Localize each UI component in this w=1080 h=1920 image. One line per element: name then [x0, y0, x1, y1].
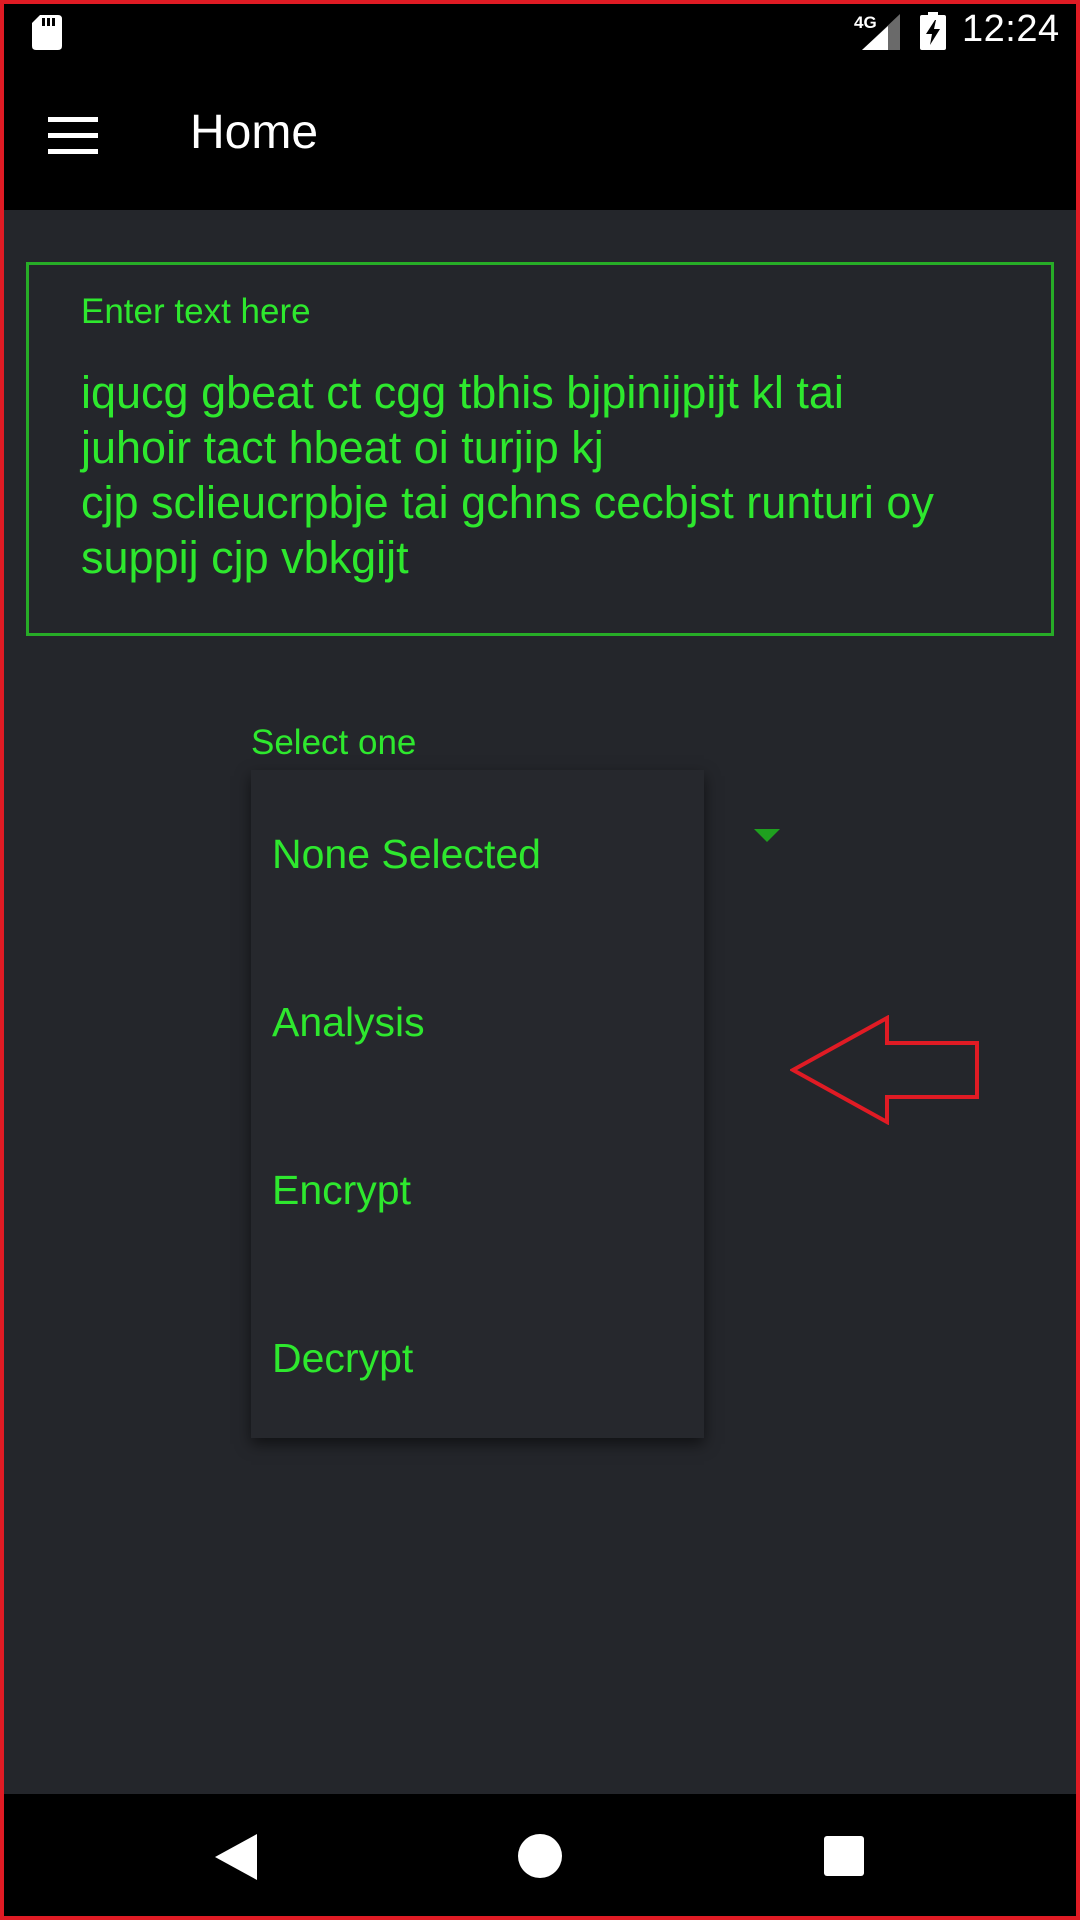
- hamburger-menu-icon[interactable]: [48, 117, 98, 155]
- status-bar: 4G 12:24: [0, 0, 1080, 63]
- red-arrow-left-icon: [790, 1015, 979, 1125]
- dropdown-arrow-icon[interactable]: [754, 829, 780, 842]
- spinner-label: Select one: [251, 723, 417, 762]
- recents-icon[interactable]: [824, 1836, 864, 1876]
- main-content: Enter text here iqucg gbeat ct cgg tbhis…: [0, 210, 1080, 1794]
- sd-card-icon: [32, 15, 62, 50]
- option-none-selected[interactable]: None Selected: [251, 770, 704, 938]
- battery-charging-icon: [920, 12, 946, 50]
- status-clock: 12:24: [962, 8, 1060, 50]
- network-type-label: 4G: [854, 13, 877, 32]
- spinner-dropdown: None Selected Analysis Encrypt Decrypt: [251, 770, 704, 1438]
- home-icon[interactable]: [518, 1834, 562, 1878]
- text-input-field[interactable]: Enter text here iqucg gbeat ct cgg tbhis…: [26, 262, 1054, 636]
- app-bar: Home: [0, 63, 1080, 210]
- text-input-label: Enter text here: [81, 292, 311, 331]
- option-encrypt[interactable]: Encrypt: [251, 1106, 704, 1274]
- navigation-bar: [0, 1794, 1080, 1920]
- text-input-value[interactable]: iqucg gbeat ct cgg tbhis bjpinijpijt kl …: [81, 365, 1041, 585]
- option-analysis[interactable]: Analysis: [251, 938, 704, 1106]
- page-title: Home: [190, 106, 319, 159]
- option-decrypt[interactable]: Decrypt: [251, 1274, 704, 1442]
- back-icon[interactable]: [215, 1834, 257, 1880]
